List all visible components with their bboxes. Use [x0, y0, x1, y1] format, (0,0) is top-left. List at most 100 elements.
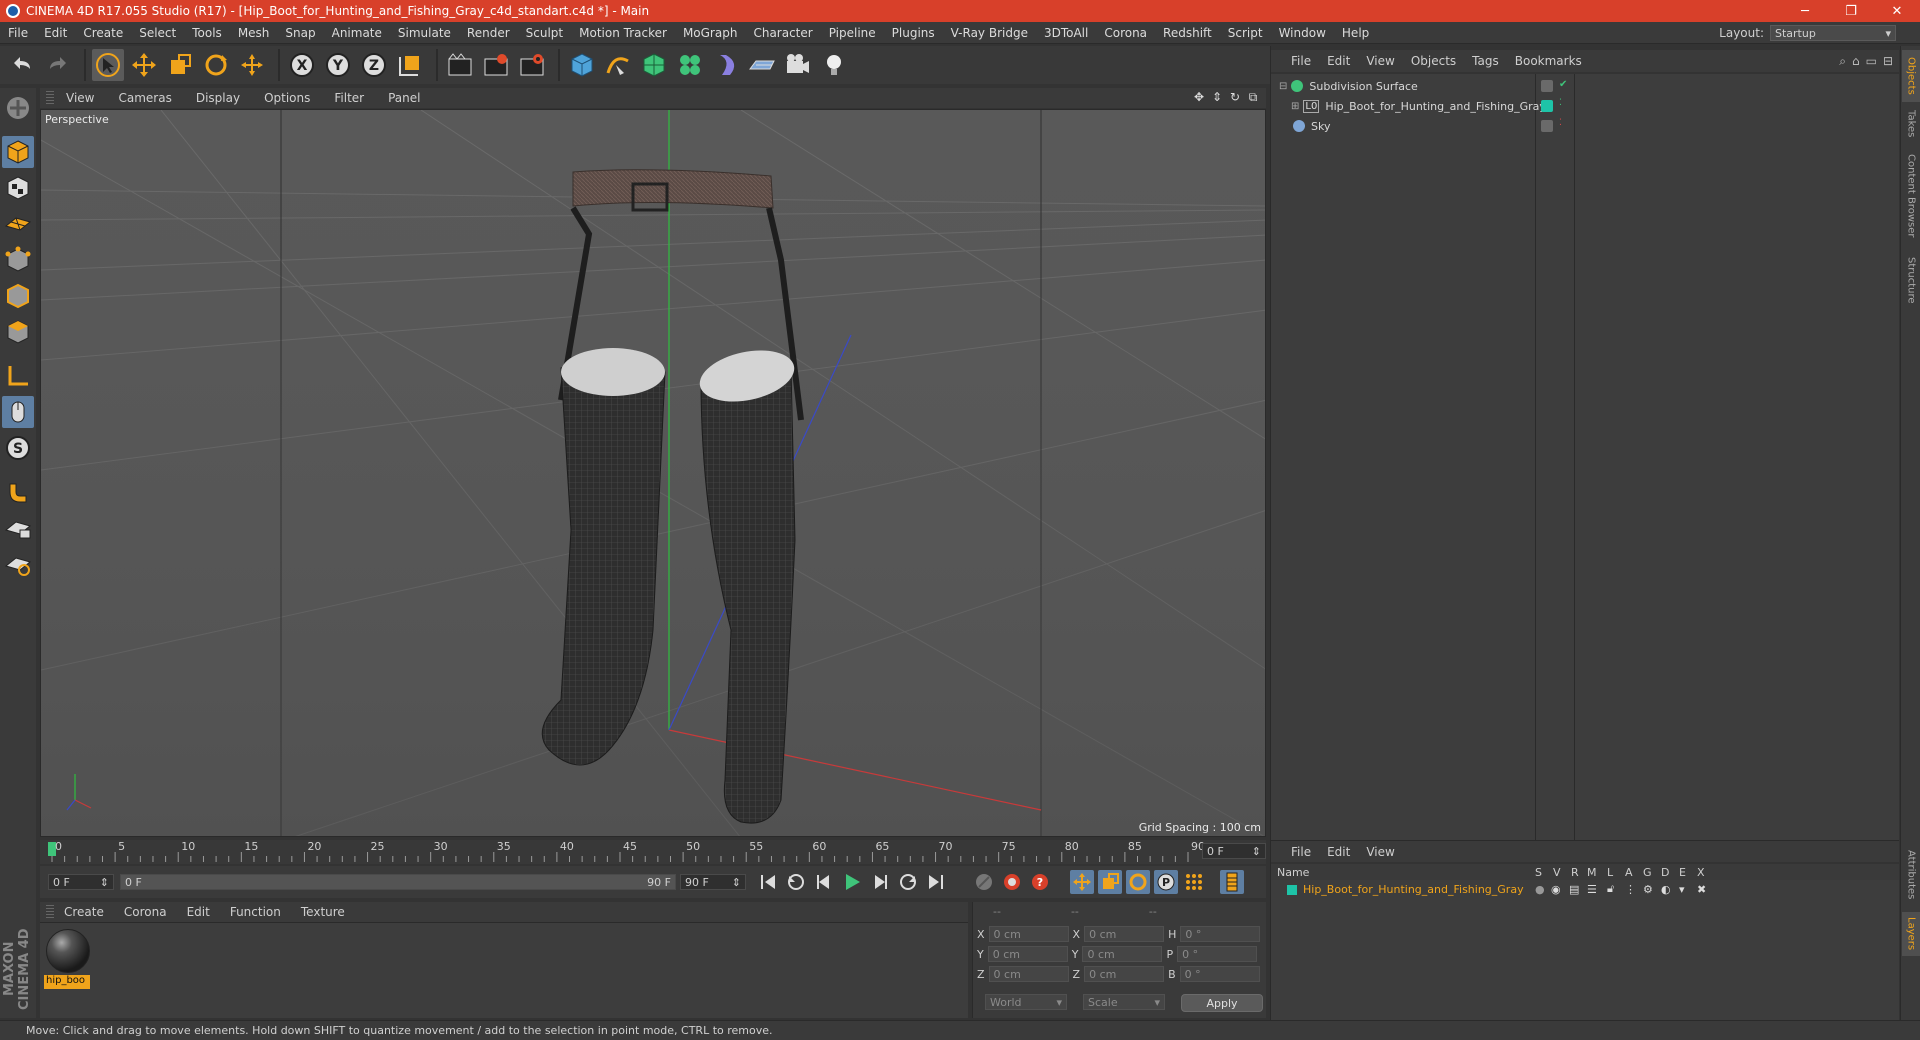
edit-render-settings-button[interactable] — [516, 49, 548, 81]
add-cloner-button[interactable] — [674, 49, 706, 81]
menu-character[interactable]: Character — [745, 26, 820, 40]
menu-mesh[interactable]: Mesh — [230, 26, 278, 40]
minimize-button[interactable]: ─ — [1782, 0, 1828, 22]
start-frame-field[interactable]: 0 F ⇕ — [48, 874, 114, 890]
animation-toggle-icon[interactable]: ⋮ — [1625, 883, 1636, 896]
redo-button[interactable] — [42, 49, 74, 81]
play-forward-button[interactable] — [840, 870, 864, 894]
size-y-field[interactable]: 0 cm — [1082, 946, 1163, 962]
record-parameter-button[interactable]: P — [1154, 870, 1178, 894]
next-frame-button[interactable] — [868, 870, 892, 894]
render-picture-viewer-button[interactable] — [480, 49, 512, 81]
previous-frame-button[interactable] — [812, 870, 836, 894]
material-menu-corona[interactable]: Corona — [114, 905, 177, 919]
rotation-h-field[interactable]: 0 ° — [1180, 926, 1261, 942]
generator-toggle-icon[interactable]: ⚙︎ — [1643, 883, 1653, 896]
viewport-menu-panel[interactable]: Panel — [376, 91, 432, 105]
enable-workplane-button[interactable] — [2, 512, 34, 544]
record-rotation-button[interactable] — [1126, 870, 1150, 894]
view-eye-icon[interactable]: ◉ — [1551, 883, 1561, 896]
om-menu-edit[interactable]: Edit — [1319, 54, 1358, 68]
menu-create[interactable]: Create — [75, 26, 131, 40]
om-menu-view[interactable]: View — [1358, 54, 1402, 68]
tab-takes[interactable]: Takes — [1902, 106, 1920, 142]
record-point-level-button[interactable] — [1182, 870, 1206, 894]
menu-motion-tracker[interactable]: Motion Tracker — [571, 26, 675, 40]
menu-plugins[interactable]: Plugins — [884, 26, 943, 40]
next-key-button[interactable] — [896, 870, 920, 894]
rotate-button[interactable] — [200, 49, 232, 81]
tab-structure[interactable]: Structure — [1902, 250, 1920, 310]
visibility-dots-icon[interactable]: ⁚ — [1559, 98, 1562, 108]
column-generators[interactable]: G — [1643, 866, 1652, 879]
make-editable-button[interactable] — [2, 92, 34, 124]
panel-grip[interactable] — [46, 91, 54, 105]
record-active-objects-button[interactable] — [972, 870, 996, 894]
tab-content-browser[interactable]: Content Browser — [1902, 146, 1920, 246]
move-button[interactable] — [128, 49, 160, 81]
lm-menu-edit[interactable]: Edit — [1319, 845, 1358, 859]
tweak-mode-button[interactable] — [2, 396, 34, 428]
current-frame-field[interactable]: 0 F ⇕ — [1202, 843, 1266, 859]
object-row-sky[interactable]: Sky ⁚ — [1271, 116, 1899, 136]
add-spline-button[interactable] — [602, 49, 634, 81]
add-light-button[interactable] — [818, 49, 850, 81]
lock-icon[interactable]: 🔓︎ — [1607, 882, 1614, 896]
panel-grip[interactable] — [46, 905, 54, 919]
snap-button[interactable] — [2, 476, 34, 508]
layer-color-icon[interactable] — [1541, 100, 1553, 112]
transform-button[interactable] — [236, 49, 268, 81]
tab-layers[interactable]: Layers — [1902, 912, 1920, 956]
viewport-camera-label[interactable]: Perspective — [45, 113, 109, 126]
timeline-window-button[interactable] — [1220, 870, 1244, 894]
undo-button[interactable] — [6, 49, 38, 81]
previous-key-button[interactable] — [784, 870, 808, 894]
model-mode-button[interactable] — [2, 136, 34, 168]
z-axis-lock-button[interactable]: Z — [358, 49, 390, 81]
menu-3dtoall[interactable]: 3DToAll — [1036, 26, 1096, 40]
menu-window[interactable]: Window — [1271, 26, 1334, 40]
axis-mode-button[interactable] — [2, 360, 34, 392]
layer-color-swatch[interactable] — [1287, 885, 1297, 895]
add-cube-button[interactable] — [566, 49, 598, 81]
lm-menu-view[interactable]: View — [1358, 845, 1402, 859]
size-z-field[interactable]: 0 cm — [1084, 966, 1165, 982]
object-name[interactable]: Hip_Boot_for_Hunting_and_Fishing_Gray — [1325, 100, 1546, 113]
menu-vray-bridge[interactable]: V-Ray Bridge — [943, 26, 1036, 40]
pan-icon[interactable]: ✥ — [1192, 90, 1206, 104]
add-deformer-button[interactable] — [710, 49, 742, 81]
render-toggle-icon[interactable]: ▤ — [1569, 883, 1579, 896]
menu-mograph[interactable]: MoGraph — [675, 26, 746, 40]
material-menu-function[interactable]: Function — [220, 905, 291, 919]
menu-file[interactable]: File — [0, 26, 36, 40]
material-menu-edit[interactable]: Edit — [177, 905, 220, 919]
expand-toggle-icon[interactable]: ⊞ — [1291, 101, 1299, 112]
deformer-toggle-icon[interactable]: ◐ — [1661, 883, 1671, 896]
menu-script[interactable]: Script — [1220, 26, 1271, 40]
maximize-view-icon[interactable]: ⧉ — [1246, 90, 1260, 104]
menu-edit[interactable]: Edit — [36, 26, 75, 40]
menu-render[interactable]: Render — [459, 26, 518, 40]
position-x-field[interactable]: 0 cm — [988, 926, 1069, 942]
home-icon[interactable]: ⌂ — [1852, 54, 1860, 69]
viewport-menu-options[interactable]: Options — [252, 91, 322, 105]
orbit-icon[interactable]: ↻ — [1228, 90, 1242, 104]
apply-button[interactable]: Apply — [1181, 994, 1263, 1012]
object-row-hip-boot[interactable]: ⊞ L0 Hip_Boot_for_Hunting_and_Fishing_Gr… — [1271, 96, 1899, 116]
points-mode-button[interactable] — [2, 244, 34, 276]
position-z-field[interactable]: 0 cm — [988, 966, 1069, 982]
add-subdivision-button[interactable] — [638, 49, 670, 81]
polygons-mode-button[interactable] — [2, 316, 34, 348]
add-camera-button[interactable] — [782, 49, 814, 81]
material-preview[interactable] — [46, 929, 90, 973]
column-xrefs[interactable]: X — [1697, 866, 1705, 879]
menu-snap[interactable]: Snap — [277, 26, 323, 40]
column-solo[interactable]: S — [1535, 866, 1542, 879]
rotation-b-field[interactable]: 0 ° — [1179, 966, 1260, 982]
column-name[interactable]: Name — [1277, 866, 1309, 879]
expression-toggle-icon[interactable]: ▾ — [1679, 883, 1685, 896]
coordinate-system-button[interactable] — [394, 49, 426, 81]
object-name[interactable]: Subdivision Surface — [1309, 80, 1417, 93]
viewport-menu-filter[interactable]: Filter — [322, 91, 376, 105]
column-view[interactable]: V — [1553, 866, 1561, 879]
